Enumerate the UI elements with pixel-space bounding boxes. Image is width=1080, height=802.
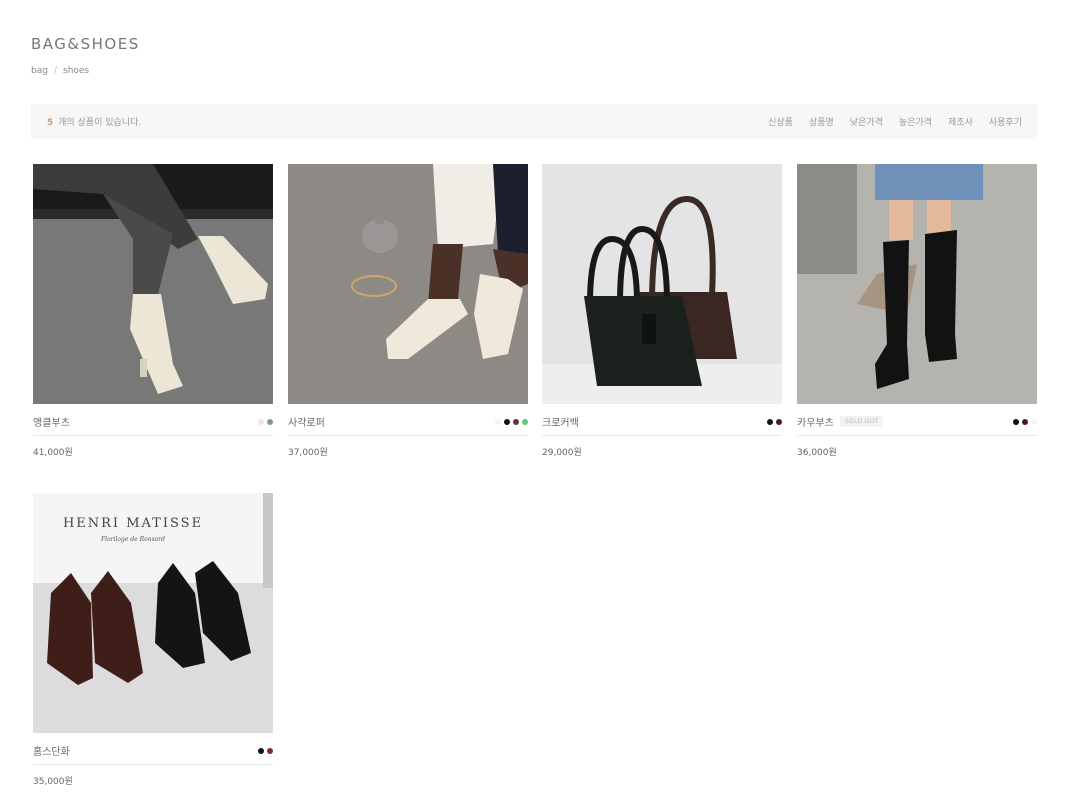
color-swatches <box>258 747 273 754</box>
image-text-subtitle: Floriloge de Ronsard <box>100 536 165 543</box>
product-name[interactable]: 홈스단화 <box>33 743 70 758</box>
sort-newest[interactable]: 신상품 <box>768 115 793 128</box>
product-image-croco-bag[interactable] <box>542 164 782 404</box>
color-swatch <box>1031 418 1037 425</box>
breadcrumb-item-shoes[interactable]: shoes <box>63 66 89 76</box>
color-swatch <box>1013 418 1019 425</box>
color-swatch <box>495 418 501 425</box>
sort-reviews[interactable]: 사용후기 <box>989 115 1022 128</box>
product-image-square-loafer[interactable] <box>288 164 528 404</box>
color-swatch <box>504 418 510 425</box>
sort-name[interactable]: 상품명 <box>809 115 834 128</box>
color-swatches <box>495 418 528 425</box>
product-count-number: 5 <box>47 118 54 128</box>
product-card[interactable]: 카우부츠 SOLD OUT 36,000원 <box>797 164 1037 458</box>
product-price: 35,000원 <box>33 777 73 787</box>
product-card[interactable]: HENRI MATISSE Floriloge de Ronsard 홈스단화 … <box>33 493 273 787</box>
product-image-cowboy-boots[interactable] <box>797 164 1037 404</box>
color-swatch <box>258 418 264 425</box>
product-name[interactable]: 앵클부츠 <box>33 414 70 429</box>
color-swatch <box>267 418 273 425</box>
sort-manufacturer[interactable]: 제조사 <box>948 115 973 128</box>
color-swatch <box>513 418 519 425</box>
product-price: 41,000원 <box>33 448 73 458</box>
product-name[interactable]: 카우부츠 <box>797 414 834 429</box>
breadcrumb-item-bag[interactable]: bag <box>31 66 48 76</box>
breadcrumb-separator: / <box>53 66 57 76</box>
product-count-text: 개의 상품이 있습니다. <box>58 118 142 128</box>
sort-price-high[interactable]: 높은가격 <box>899 115 932 128</box>
product-name[interactable]: 크로커백 <box>542 414 579 429</box>
product-image-flat-shoes[interactable]: HENRI MATISSE Floriloge de Ronsard <box>33 493 273 733</box>
product-card[interactable]: 사각로퍼 37,000원 <box>288 164 528 458</box>
color-swatches <box>258 418 273 425</box>
color-swatch <box>776 418 782 425</box>
product-price: 29,000원 <box>542 448 582 458</box>
product-card[interactable]: 앵클부츠 41,000원 <box>33 164 273 458</box>
color-swatch <box>522 418 528 425</box>
color-swatches <box>1013 418 1037 425</box>
product-price: 36,000원 <box>797 448 837 458</box>
sort-price-low[interactable]: 낮은가격 <box>850 115 883 128</box>
product-image-ankle-boots[interactable] <box>33 164 273 404</box>
product-count: 5 개의 상품이 있습니다. <box>47 115 141 128</box>
page-title: BAG&SHOES <box>31 35 140 54</box>
color-swatch <box>258 747 264 754</box>
product-name[interactable]: 사각로퍼 <box>288 414 325 429</box>
breadcrumb: bag / shoes <box>31 66 89 76</box>
color-swatches <box>767 418 782 425</box>
image-text-title: HENRI MATISSE <box>63 516 203 531</box>
sort-options: 신상품 상품명 낮은가격 높은가격 제조사 사용후기 <box>768 115 1022 128</box>
color-swatch <box>1022 418 1028 425</box>
product-price: 37,000원 <box>288 448 328 458</box>
color-swatch <box>267 747 273 754</box>
product-toolbar: 5 개의 상품이 있습니다. 신상품 상품명 낮은가격 높은가격 제조사 사용후… <box>31 104 1038 139</box>
color-swatch <box>767 418 773 425</box>
product-card[interactable]: 크로커백 29,000원 <box>542 164 782 458</box>
sold-out-badge: SOLD OUT <box>839 416 884 427</box>
